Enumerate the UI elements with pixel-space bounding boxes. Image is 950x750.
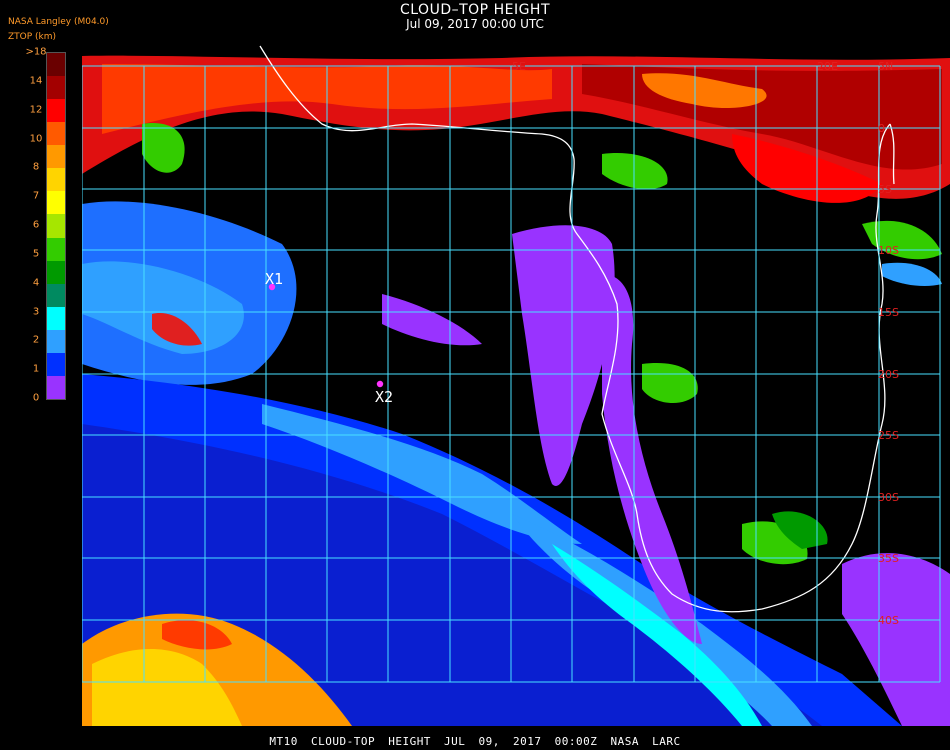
latitude-label: 10S [878,244,899,257]
legend-tick-label: 2 [32,334,40,346]
marker-x2-label: X2 [375,388,393,406]
cloud-top-height-image: 5N 0 5S 10S 15S 20S 25S 30S 35S 40S 5E 20E X1 X2 [82,44,950,726]
latitude-label: 35S [878,552,899,565]
legend-tick-label: 5 [32,248,40,260]
product-source: NASA Langley (M04.0) [8,17,109,27]
legend-tick-label: 6 [32,219,40,231]
latitude-label: 40S [878,614,899,627]
legend-tick-label: 10 [29,133,43,144]
latitude-label: 20S [878,368,899,381]
latitude-label: 5N [878,60,893,73]
legend-tick-label: 4 [32,277,40,289]
legend-tick-label: 3 [32,306,40,317]
legend-tick-label: 7 [32,190,40,202]
map-timestamp: Jul 09, 2017 00:00 UTC [406,17,544,31]
legend-tick-label: 1 [32,363,40,375]
latitude-label: 0 [878,122,885,135]
product-footer: MT10 CLOUD-TOP HEIGHT JUL 09, 2017 00:00… [269,735,681,748]
satellite-map[interactable]: 5N 0 5S 10S 15S 20S 25S 30S 35S 40S 5E 20E X1 X2 [82,44,950,726]
latitude-label: 30S [878,491,899,504]
map-title: CLOUD–TOP HEIGHT [399,2,551,18]
legend-tick-label: 0 [32,392,40,404]
longitude-label: 20E [817,60,838,73]
marker-x1[interactable]: X1 [265,270,283,291]
marker-x2-dot[interactable] [376,380,384,388]
legend-tick-label: 12 [29,104,43,116]
legend-tick-label: 8 [32,161,40,173]
legend-tick-label: 14 [29,75,43,87]
marker-x1-label: X1 [265,270,283,288]
legend-units: ZTOP (km) [8,32,57,42]
latitude-label: 25S [878,429,899,442]
longitude-label: 5E [512,60,526,73]
legend-tick-label: >18 [25,46,47,58]
latitude-label: 5S [878,183,892,196]
latitude-label: 15S [878,306,899,319]
